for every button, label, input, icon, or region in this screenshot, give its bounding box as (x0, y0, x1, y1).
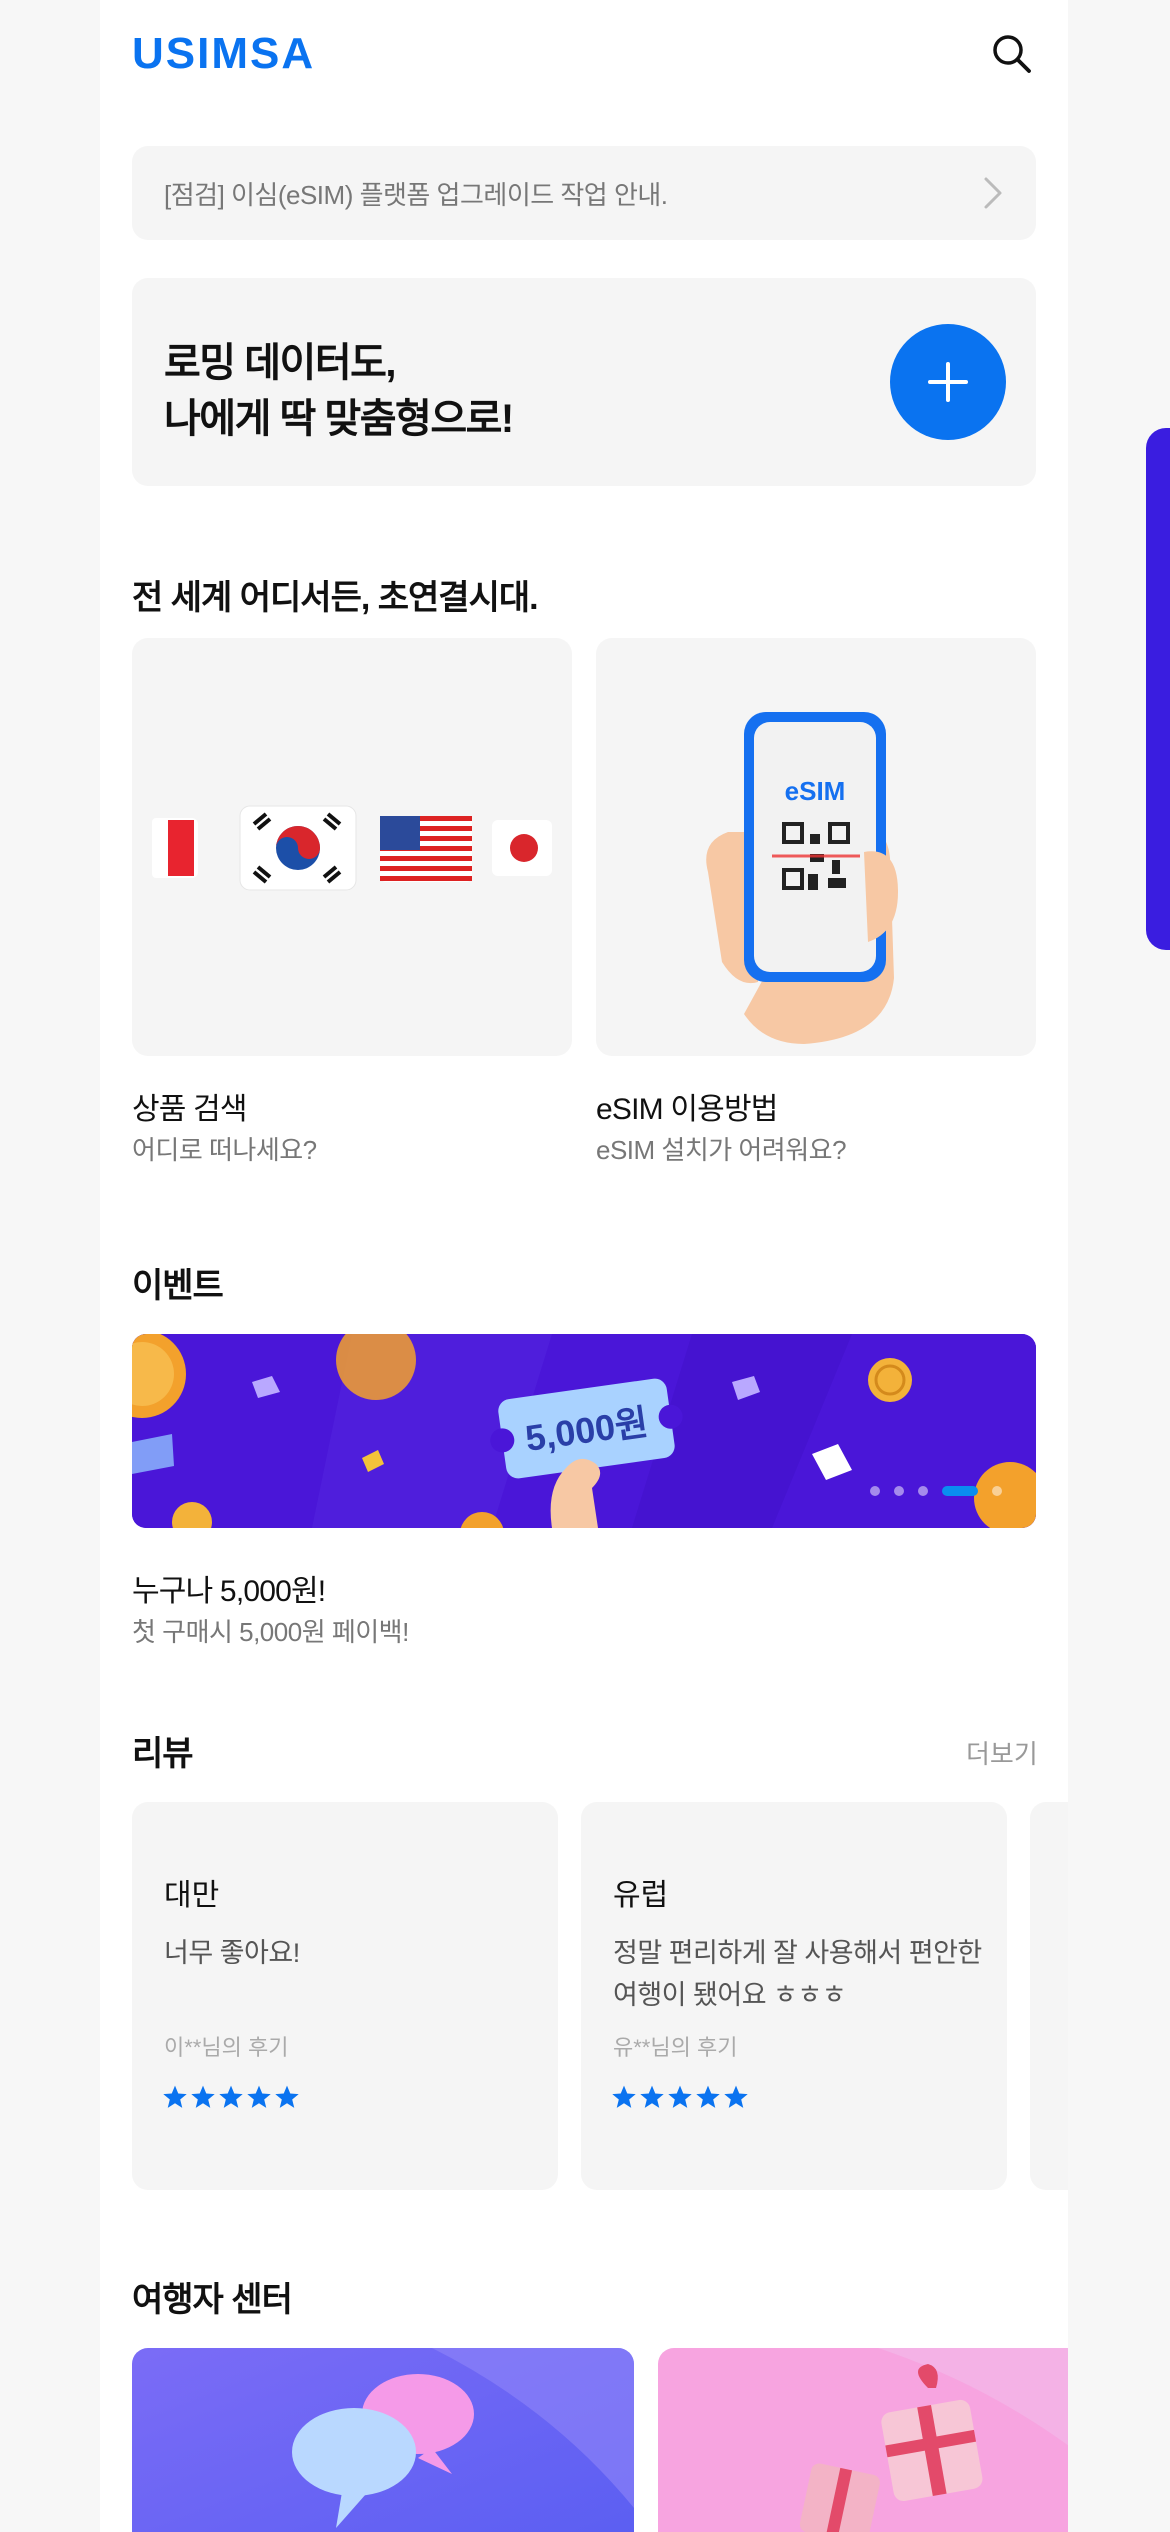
rating-stars (611, 2084, 749, 2110)
star-icon (696, 2085, 720, 2108)
page-container: USIMSA [점검] 이심(eSIM) 플랫폼 업그레이드 작업 안내. 로밍… (100, 0, 1068, 2532)
chat-bubbles-illustration (132, 2348, 634, 2532)
event-section-title: 이벤트 (132, 1267, 224, 1305)
event-banner[interactable]: 5,000원 (132, 1334, 1036, 1528)
esim-guide-title[interactable]: eSIM 이용방법 (596, 1084, 778, 1128)
star-icon (640, 2085, 664, 2108)
search-icon (993, 35, 1031, 73)
svg-text:USIMSA: USIMSA (132, 32, 314, 74)
hero-line-1: 로밍 데이터도, (164, 341, 397, 385)
country-flags-illustration (152, 805, 552, 891)
gift-event-card[interactable] (658, 2348, 1068, 2532)
review-author: 유**님의 후기 (613, 2035, 738, 2060)
usimsa-logo[interactable]: USIMSA (132, 32, 314, 74)
svg-text:eSIM: eSIM (785, 776, 846, 806)
star-icon (612, 2085, 636, 2108)
pagination-dot[interactable] (870, 1486, 880, 1496)
product-search-card[interactable] (132, 638, 572, 1056)
star-icon (247, 2085, 271, 2108)
pagination-dot[interactable] (918, 1486, 928, 1496)
notice-text: [점검] 이심(eSIM) 플랫폼 업그레이드 작업 안내. (164, 179, 668, 210)
star-icon (163, 2085, 187, 2108)
plus-icon (928, 362, 968, 402)
notice-banner[interactable]: [점검] 이심(eSIM) 플랫폼 업그레이드 작업 안내. (132, 146, 1036, 240)
add-button[interactable] (890, 324, 1006, 440)
review-card[interactable]: 대만 너무 좋아요! 이**님의 후기 (132, 1802, 558, 2190)
event-subtitle: 첫 구매시 5,000원 페이백! (132, 1617, 409, 1647)
banner-pagination[interactable] (870, 1486, 1002, 1496)
review-region: 유럽 (613, 1879, 669, 1912)
review-region: 대만 (164, 1879, 220, 1912)
search-button[interactable] (986, 28, 1038, 80)
esim-guide-subtitle: eSIM 설치가 어려워요? (596, 1135, 847, 1165)
review-text: 정말 편리하게 잘 사용해서 편안한 여행이 됐어요 ㅎㅎㅎ (613, 1938, 982, 2010)
traveler-center-title: 여행자 센터 (132, 2281, 293, 2319)
connect-section-title: 전 세계 어디서든, 초연결시대. (132, 579, 539, 617)
esim-guide-card[interactable]: eSIM (596, 638, 1036, 1056)
pagination-dot[interactable] (894, 1486, 904, 1496)
gift-box-illustration (658, 2348, 1068, 2532)
event-title[interactable]: 누구나 5,000원! (132, 1566, 326, 1610)
pagination-dot[interactable] (992, 1486, 1002, 1496)
hero-line-2: 나에게 딱 맞춤형으로! (164, 397, 514, 441)
review-author: 이**님의 후기 (164, 2035, 289, 2060)
star-icon (219, 2085, 243, 2108)
chevron-right-icon (984, 177, 1002, 209)
star-icon (191, 2085, 215, 2108)
rating-stars (162, 2084, 300, 2110)
product-search-subtitle: 어디로 떠나세요? (132, 1135, 317, 1165)
phone-qr-illustration: eSIM (706, 712, 898, 1044)
review-text: 너무 좋아요! (164, 1938, 300, 1968)
review-section-title: 리뷰 (132, 1735, 194, 1773)
review-card[interactable]: 유럽 정말 편리하게 잘 사용해서 편안한 여행이 됐어요 ㅎㅎㅎ 유**님의 … (581, 1802, 1007, 2190)
chat-support-card[interactable] (132, 2348, 634, 2532)
review-more-link[interactable]: 더보기 (966, 1734, 1038, 1771)
star-icon (275, 2085, 299, 2108)
side-floating-tab[interactable] (1146, 428, 1170, 950)
hero-card[interactable]: 로밍 데이터도, 나에게 딱 맞춤형으로! (132, 278, 1036, 486)
star-icon (724, 2085, 748, 2108)
event-banner-illustration: 5,000원 (132, 1334, 1036, 1528)
pagination-dot-active[interactable] (942, 1486, 978, 1496)
star-icon (668, 2085, 692, 2108)
product-search-title[interactable]: 상품 검색 (132, 1084, 248, 1128)
review-card-partial[interactable] (1030, 1802, 1068, 2190)
